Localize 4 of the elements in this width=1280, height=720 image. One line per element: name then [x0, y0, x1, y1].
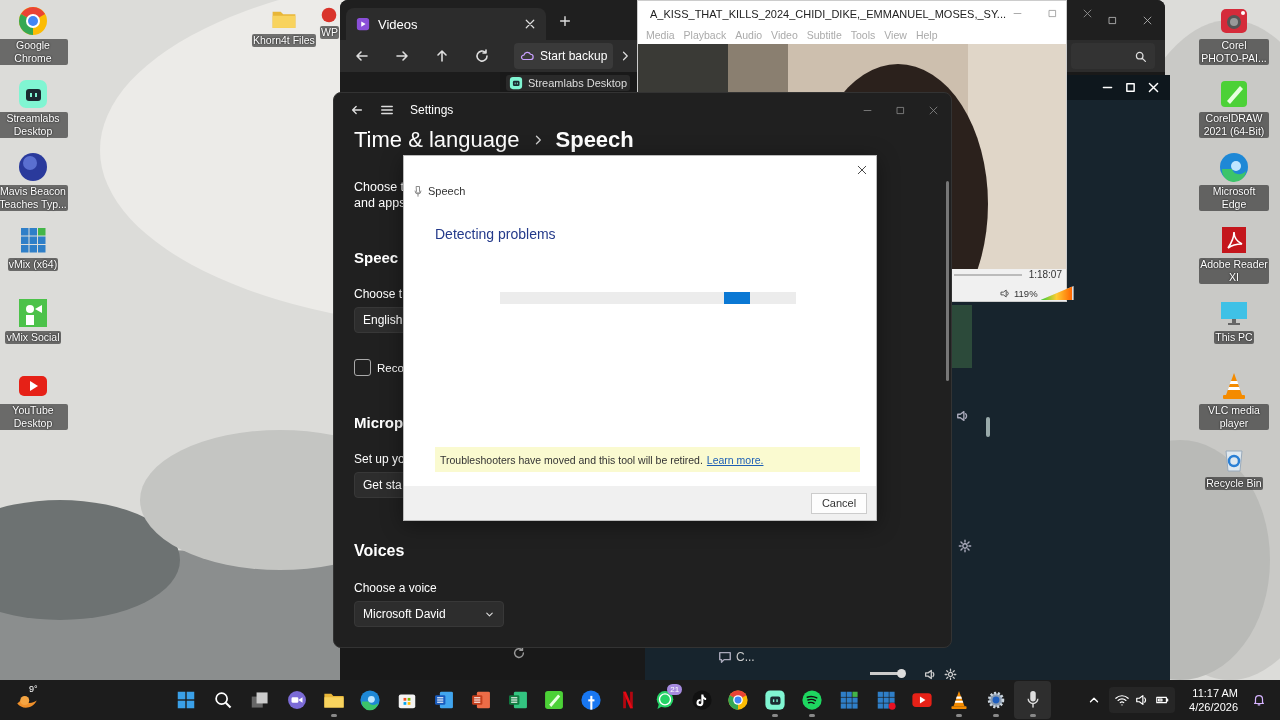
- notification-badge: 21: [667, 684, 683, 695]
- clock-date[interactable]: 4/26/2026: [1189, 700, 1238, 714]
- temperature-label[interactable]: 9°: [29, 684, 38, 694]
- clock-time[interactable]: 11:17 AM: [1192, 686, 1238, 700]
